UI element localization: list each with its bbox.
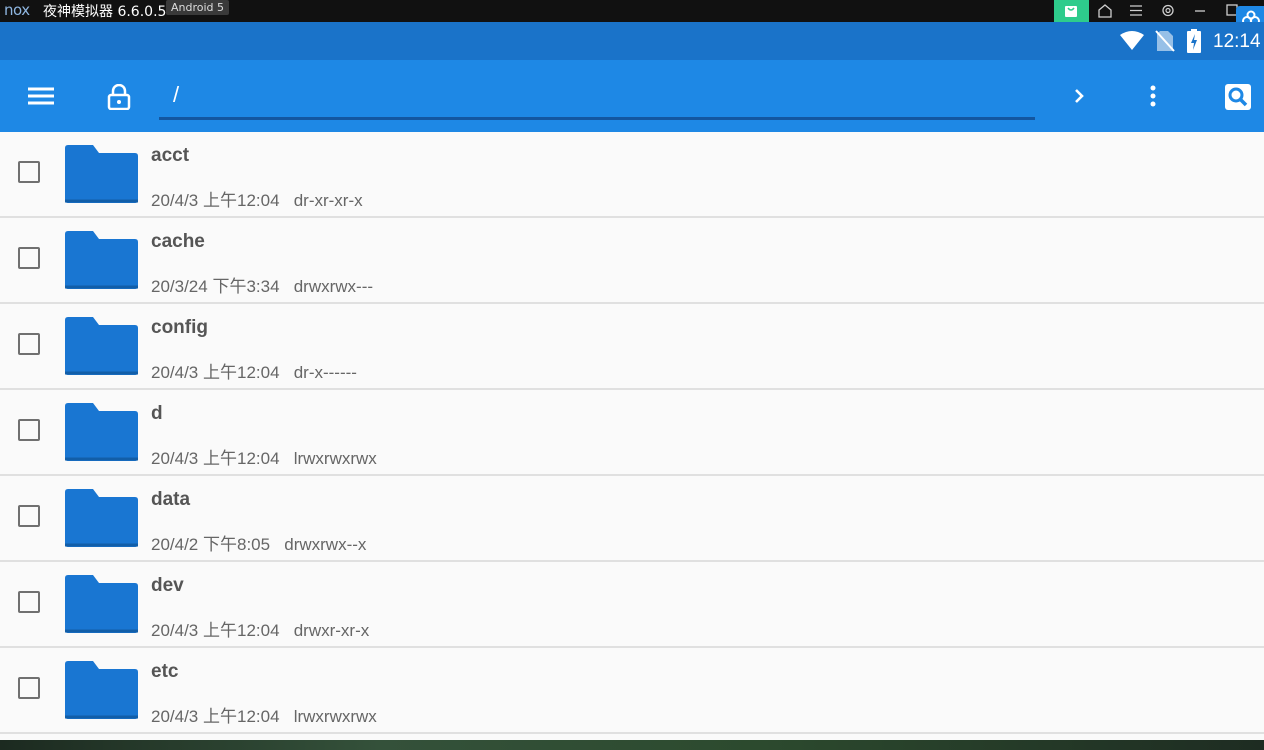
chevron-right-icon (1075, 89, 1084, 103)
file-meta: 20/4/3 上午12:04 lrwxrwxrwx (151, 707, 377, 726)
emulator-title-bar: nox 夜神模拟器 6.6.0.5 Android 5 (0, 0, 1264, 22)
minimize-icon (1195, 10, 1205, 12)
file-meta: 20/4/2 下午8:05 drwxrwx--x (151, 535, 367, 554)
desktop-background-strip (0, 740, 1264, 750)
select-checkbox[interactable] (18, 677, 40, 699)
store-button[interactable] (1054, 0, 1089, 22)
file-name: d (151, 403, 163, 424)
file-meta: 20/4/3 上午12:04 lrwxrwxrwx (151, 449, 377, 468)
app-toolbar: / (0, 60, 1264, 132)
file-meta: 20/4/3 上午12:04 dr-xr-xr-x (151, 191, 363, 210)
select-checkbox[interactable] (18, 247, 40, 269)
file-name: cache (151, 231, 205, 252)
menu-icon (1130, 5, 1142, 16)
file-meta: 20/4/3 上午12:04 dr-x------ (151, 363, 357, 382)
more-options-button[interactable] (1129, 72, 1177, 120)
home-button[interactable] (1095, 0, 1115, 22)
nox-logo: nox (4, 1, 30, 19)
file-name: data (151, 489, 191, 510)
root-lock-button[interactable] (95, 72, 143, 120)
select-checkbox[interactable] (18, 505, 40, 527)
file-row[interactable]: data 20/4/2 下午8:05 drwxrwx--x (0, 476, 1264, 562)
path-underline (159, 117, 1035, 120)
emulator-settings-button[interactable] (1158, 0, 1178, 22)
file-row[interactable]: cache 20/3/24 下午3:34 drwxrwx--- (0, 218, 1264, 304)
emulator-title: 夜神模拟器 6.6.0.5 (43, 4, 167, 20)
file-row[interactable]: dev 20/4/3 上午12:04 drwxr-xr-x (0, 562, 1264, 648)
file-meta: 20/4/3 上午12:04 drwxr-xr-x (151, 621, 370, 640)
file-name: config (151, 317, 208, 338)
file-row[interactable]: config 20/4/3 上午12:04 dr-x------ (0, 304, 1264, 390)
battery-charging-icon (1187, 29, 1201, 53)
file-list: acct 20/4/3 上午12:04 dr-xr-xr-x cache 20/… (0, 132, 1264, 740)
folder-icon (65, 403, 138, 461)
select-checkbox[interactable] (18, 161, 40, 183)
folder-icon (65, 231, 138, 289)
settings-icon (1162, 4, 1174, 17)
folder-icon (65, 145, 138, 203)
select-checkbox[interactable] (18, 333, 40, 355)
minimize-button[interactable] (1190, 0, 1210, 22)
navigation-drawer-button[interactable] (16, 72, 64, 120)
folder-icon (65, 317, 138, 375)
file-row[interactable]: acct 20/4/3 上午12:04 dr-xr-xr-x (0, 132, 1264, 218)
select-checkbox[interactable] (18, 419, 40, 441)
home-icon (1098, 4, 1112, 18)
current-path: / (173, 82, 180, 107)
select-checkbox[interactable] (18, 591, 40, 613)
status-clock: 12:14 (1213, 31, 1261, 52)
lock-icon (107, 84, 131, 110)
path-input[interactable]: / (159, 76, 1035, 120)
file-name: acct (151, 145, 190, 166)
wifi-icon (1120, 31, 1144, 50)
file-name: dev (151, 575, 184, 596)
file-meta: 20/3/24 下午3:34 drwxrwx--- (151, 277, 374, 296)
no-sim-icon (1155, 30, 1175, 52)
folder-icon (65, 489, 138, 547)
file-name: etc (151, 661, 179, 682)
folder-icon (65, 575, 138, 633)
android-status-bar: 12:14 (0, 22, 1264, 60)
android-version-badge: Android 5 (166, 0, 230, 15)
search-button[interactable] (1213, 72, 1261, 120)
more-vert-icon (1150, 85, 1156, 107)
store-icon (1065, 6, 1077, 17)
search-icon (1225, 84, 1251, 110)
file-row[interactable]: d 20/4/3 上午12:04 lrwxrwxrwx (0, 390, 1264, 476)
go-button[interactable] (1055, 72, 1103, 120)
folder-icon (65, 661, 138, 719)
file-row[interactable]: etc 20/4/3 上午12:04 lrwxrwxrwx (0, 648, 1264, 734)
menu-icon (28, 87, 54, 105)
emulator-menu-button[interactable] (1126, 0, 1146, 22)
